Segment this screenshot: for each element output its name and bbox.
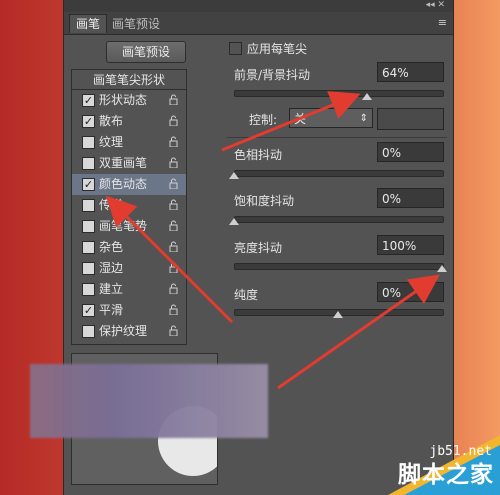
annotation-arrows: [105, 91, 440, 390]
watermark-name: 脚本之家: [398, 462, 494, 488]
arrow-to-brightness-jitter: [277, 274, 440, 390]
arrow-to-fg-bg-jitter: [221, 91, 361, 152]
arrow-to-color-dynamics: [105, 195, 234, 324]
watermark: jb51.net 脚本之家: [368, 435, 500, 495]
